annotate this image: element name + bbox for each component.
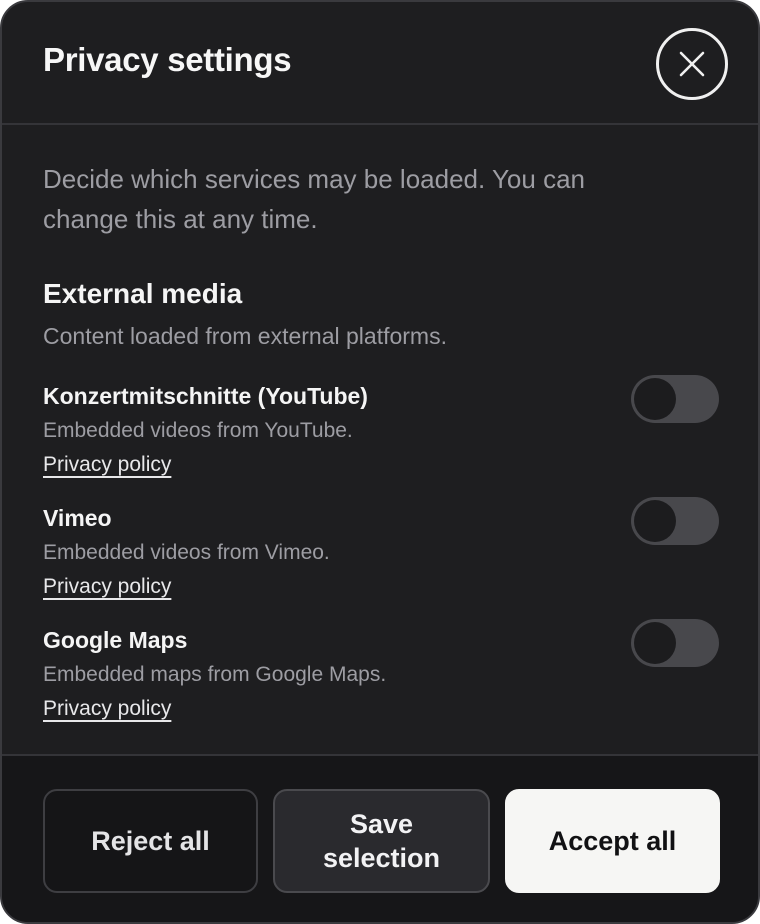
service-name: Vimeo [43, 505, 112, 531]
section-description: Content loaded from external platforms. [43, 323, 447, 349]
privacy-policy-link-youtube[interactable]: Privacy policy [43, 453, 171, 477]
dialog-title: Privacy settings [43, 41, 292, 78]
accept-all-button[interactable]: Accept all [505, 789, 720, 893]
service-description: Embedded videos from YouTube. [43, 419, 353, 442]
dialog-footer: Reject all Save selection Accept all [2, 754, 758, 922]
dialog-header: Privacy settings [2, 2, 758, 125]
service-google-maps: Google Maps Embedded maps from Google Ma… [43, 619, 723, 737]
close-button[interactable] [656, 28, 728, 100]
toggle-youtube[interactable] [631, 375, 719, 423]
section-title: External media [43, 278, 243, 309]
privacy-policy-link-vimeo[interactable]: Privacy policy [43, 575, 171, 599]
service-vimeo: Vimeo Embedded videos from Vimeo. Privac… [43, 497, 723, 615]
toggle-knob [634, 500, 676, 542]
service-description: Embedded videos from Vimeo. [43, 541, 330, 564]
save-selection-button[interactable]: Save selection [273, 789, 490, 893]
service-name: Google Maps [43, 627, 188, 653]
service-description: Embedded maps from Google Maps. [43, 663, 387, 686]
service-name: Konzertmitschnitte (YouTube) [43, 383, 368, 409]
service-youtube: Konzertmitschnitte (YouTube) Embedded vi… [43, 375, 723, 493]
privacy-settings-dialog: Privacy settings Decide which services m… [0, 0, 760, 924]
toggle-vimeo[interactable] [631, 497, 719, 545]
close-icon [679, 51, 705, 77]
dialog-intro: Decide which services may be loaded. You… [43, 164, 585, 234]
toggle-knob [634, 622, 676, 664]
reject-all-button[interactable]: Reject all [43, 789, 258, 893]
toggle-knob [634, 378, 676, 420]
privacy-policy-link-google-maps[interactable]: Privacy policy [43, 697, 171, 721]
toggle-google-maps[interactable] [631, 619, 719, 667]
